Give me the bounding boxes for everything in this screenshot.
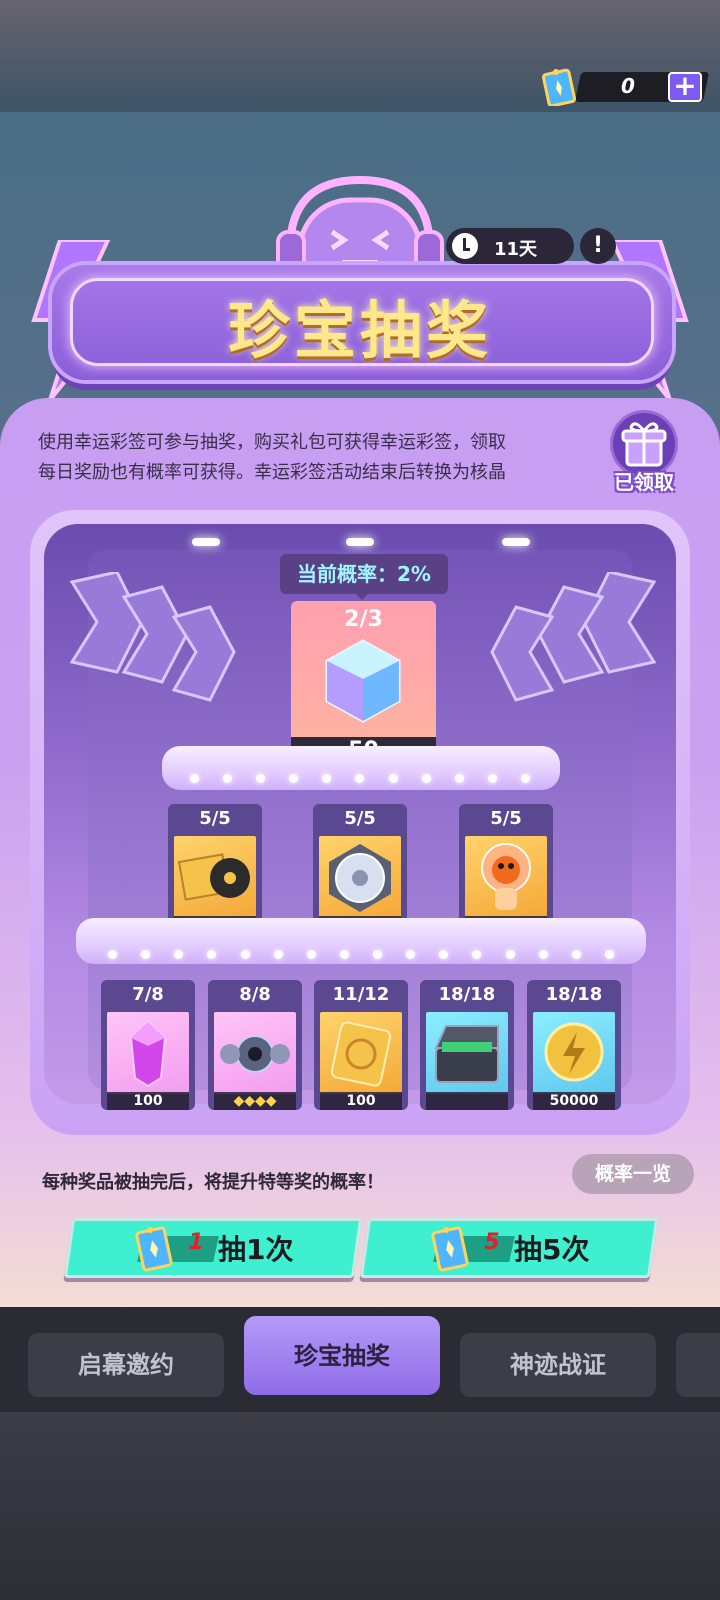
draw-cost: 1: [188, 1230, 204, 1255]
bottom-backdrop: [0, 1412, 720, 1600]
disc-icon: [329, 844, 391, 912]
prize-card[interactable]: 5/5 10: [168, 804, 262, 934]
prize-art: [107, 1012, 189, 1094]
prize-amount: ◆◆◆◆: [214, 1092, 296, 1110]
middle-shelf-lights: [108, 950, 614, 959]
prize-amount: [426, 1092, 508, 1110]
chip-card-icon: [330, 1021, 392, 1087]
prize-count: 5/5: [344, 808, 376, 829]
tab-treasure-lottery[interactable]: 珍宝抽奖: [244, 1316, 440, 1395]
clock-icon: [452, 233, 478, 259]
draw-label: 抽1次: [218, 1233, 294, 1266]
ceiling-light: [192, 538, 220, 546]
prize-card[interactable]: 18/18 50000: [527, 980, 621, 1110]
event-description: 使用幸运彩签可参与抽奖，购买礼包可获得幸运彩签，领取 每日奖励也有概率可获得。幸…: [38, 428, 586, 488]
grand-prize-count: 2/3: [344, 607, 383, 632]
crystal-icon: [129, 1020, 167, 1088]
draw-cost: 5: [484, 1230, 500, 1255]
tab-more[interactable]: [676, 1333, 720, 1397]
daily-gift-status: 已领取: [614, 470, 674, 494]
ticket-counter: 0 +: [542, 66, 710, 106]
prize-count: 8/8: [239, 984, 271, 1005]
top-shelf: [162, 746, 560, 790]
left-chevron-lights-icon: [69, 572, 236, 702]
prize-card[interactable]: 8/8 ◆◆◆◆: [208, 980, 302, 1110]
rate-list-button[interactable]: 概率一览: [572, 1154, 694, 1194]
prize-card[interactable]: 5/5 1000: [313, 804, 407, 934]
top-shelf-lights: [190, 774, 530, 783]
prize-art: [214, 1012, 296, 1094]
lucky-ticket-icon: [135, 1226, 173, 1272]
draw-label: 抽5次: [514, 1233, 590, 1266]
prize-art: [465, 836, 547, 918]
add-ticket-button[interactable]: +: [668, 72, 702, 102]
gold-coin-icon: [544, 1022, 604, 1082]
lucky-ticket-icon: [431, 1226, 469, 1272]
astronaut-pet-icon: [481, 843, 531, 910]
gold-record-icon: [177, 853, 250, 901]
ceiling-light: [502, 538, 530, 546]
daily-gift-button[interactable]: 已领取: [606, 410, 682, 500]
prize-count: 5/5: [199, 808, 231, 829]
event-timer: 11天: [446, 228, 574, 264]
hint-text: 每种奖品被抽完后，将提升特等奖的概率！: [42, 1172, 384, 1193]
prize-art: [174, 836, 256, 918]
prize-amount: 50000: [533, 1092, 615, 1110]
draw-five-button[interactable]: 5 抽5次: [359, 1218, 659, 1278]
prize-art: [320, 1012, 402, 1094]
prize-count: 18/18: [545, 984, 603, 1005]
prize-amount: 100: [107, 1092, 189, 1110]
prize-card[interactable]: 5/5 ◆◆◆◆◆: [459, 804, 553, 934]
prize-card[interactable]: 11/12 100: [314, 980, 408, 1110]
description-line: 使用幸运彩签可参与抽奖，购买礼包可获得幸运彩签，领取: [38, 432, 506, 453]
prize-count: 5/5: [490, 808, 522, 829]
prize-amount: 100: [320, 1092, 402, 1110]
prize-count: 18/18: [438, 984, 496, 1005]
core-crystal-icon: [325, 639, 401, 723]
lucky-ticket-icon: [542, 68, 576, 106]
tab-invitation[interactable]: 启幕邀约: [28, 1333, 224, 1397]
ticket-count: 0: [621, 74, 635, 98]
ceiling-light: [346, 538, 374, 546]
prize-art: [319, 836, 401, 918]
right-chevron-lights-icon: [490, 572, 657, 702]
time-left: 11天: [494, 239, 538, 260]
draw-once-button[interactable]: 1 抽1次: [63, 1218, 363, 1278]
prize-count: 11/12: [332, 984, 390, 1005]
robot-drone-icon: [220, 1035, 290, 1073]
prize-count: 7/8: [132, 984, 164, 1005]
event-title: 珍宝抽奖: [227, 294, 492, 367]
tab-battle-pass[interactable]: 神迹战证: [460, 1333, 656, 1397]
prize-art: [533, 1012, 615, 1094]
info-button[interactable]: !: [580, 228, 616, 264]
cash-case-icon: [434, 1025, 499, 1083]
description-line: 每日奖励也有概率可获得。幸运彩签活动结束后转换为核晶: [38, 462, 506, 483]
grand-prize-card[interactable]: 2/3 50: [291, 601, 436, 765]
prize-card[interactable]: 18/18: [420, 980, 514, 1110]
prize-art: [426, 1012, 508, 1094]
grand-prize-rate: 当前概率：2%: [280, 554, 448, 600]
prize-card[interactable]: 7/8 100: [101, 980, 195, 1110]
